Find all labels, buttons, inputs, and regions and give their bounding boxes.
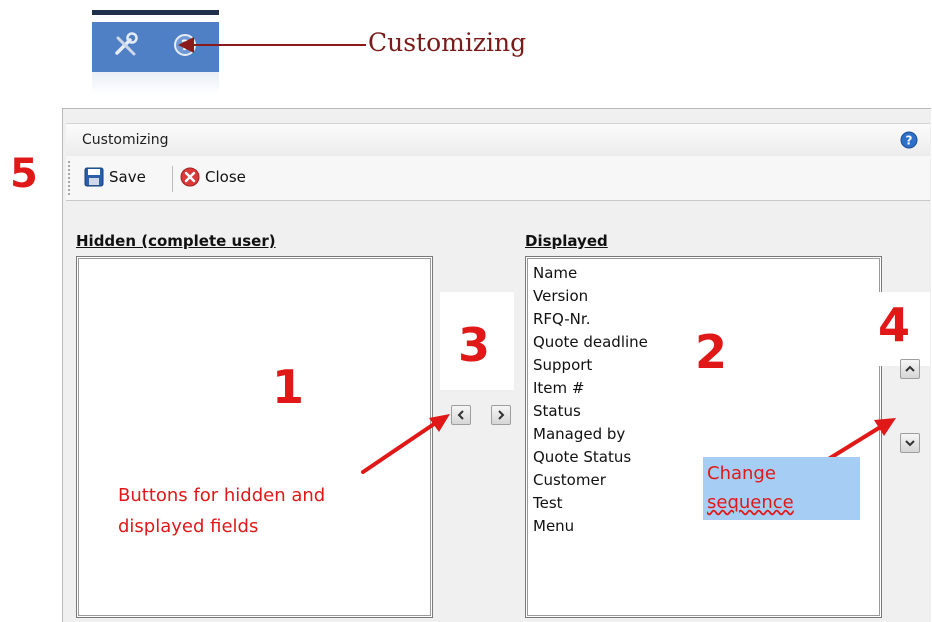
save-label: Save	[109, 168, 146, 186]
step-3-annotation: 3	[458, 318, 491, 372]
toolbar-fade	[92, 72, 219, 94]
buttons-annotation-arrow	[361, 414, 450, 474]
step-1-annotation: 1	[272, 360, 305, 414]
step-5-annotation: 5	[10, 151, 38, 197]
customizing-annotation: Customizing	[368, 28, 527, 57]
list-item[interactable]: Menu	[533, 515, 648, 538]
list-item[interactable]: Support	[533, 354, 648, 377]
change-sequence-line2: sequence	[707, 492, 794, 513]
buttons-annotation-line1: Buttons for hidden and	[118, 485, 326, 506]
buttons-annotation: Buttons for hidden and displayed fields	[118, 480, 378, 542]
list-item[interactable]: Managed by	[533, 423, 648, 446]
top-toolbar-strip	[92, 10, 219, 15]
move-up-button[interactable]	[900, 359, 920, 379]
list-item[interactable]: Status	[533, 400, 648, 423]
tools-icon[interactable]	[113, 32, 139, 58]
step-4-annotation: 4	[878, 298, 911, 352]
close-icon	[180, 167, 200, 187]
close-label: Close	[205, 168, 246, 186]
chevron-right-icon	[498, 410, 505, 420]
change-sequence-line1: Change	[707, 463, 776, 484]
buttons-annotation-line2: displayed fields	[118, 516, 259, 537]
toolbar-separator	[172, 166, 173, 192]
list-item[interactable]: RFQ-Nr.	[533, 308, 648, 331]
list-item[interactable]: Item #	[533, 377, 648, 400]
displayed-list-header: Displayed	[525, 232, 608, 250]
svg-text:?: ?	[906, 134, 913, 148]
list-item[interactable]: Customer	[533, 469, 648, 492]
save-button[interactable]: Save	[84, 164, 146, 190]
close-button[interactable]: Close	[180, 164, 246, 190]
list-item[interactable]: Quote deadline	[533, 331, 648, 354]
step-2-annotation: 2	[695, 325, 728, 379]
list-item[interactable]: Quote Status	[533, 446, 648, 469]
customizing-arrow	[178, 37, 366, 53]
chevron-left-icon	[457, 410, 464, 420]
chevron-down-icon	[905, 440, 915, 447]
help-icon[interactable]: ?	[900, 131, 918, 149]
hidden-list-header: Hidden (complete user)	[76, 232, 276, 250]
list-item[interactable]: Test	[533, 492, 648, 515]
move-to-displayed-button[interactable]	[491, 405, 511, 425]
dialog-title: Customizing	[82, 132, 169, 148]
chevron-up-icon	[905, 365, 915, 372]
toolbar-grip[interactable]	[67, 160, 71, 196]
save-icon	[84, 167, 104, 187]
displayed-items: Name Version RFQ-Nr. Quote deadline Supp…	[533, 262, 648, 538]
move-down-button[interactable]	[900, 433, 920, 453]
list-item[interactable]: Version	[533, 285, 648, 308]
list-item[interactable]: Name	[533, 262, 648, 285]
change-sequence-annotation: Change sequence	[707, 459, 794, 517]
dialog-title-bar	[66, 123, 930, 156]
